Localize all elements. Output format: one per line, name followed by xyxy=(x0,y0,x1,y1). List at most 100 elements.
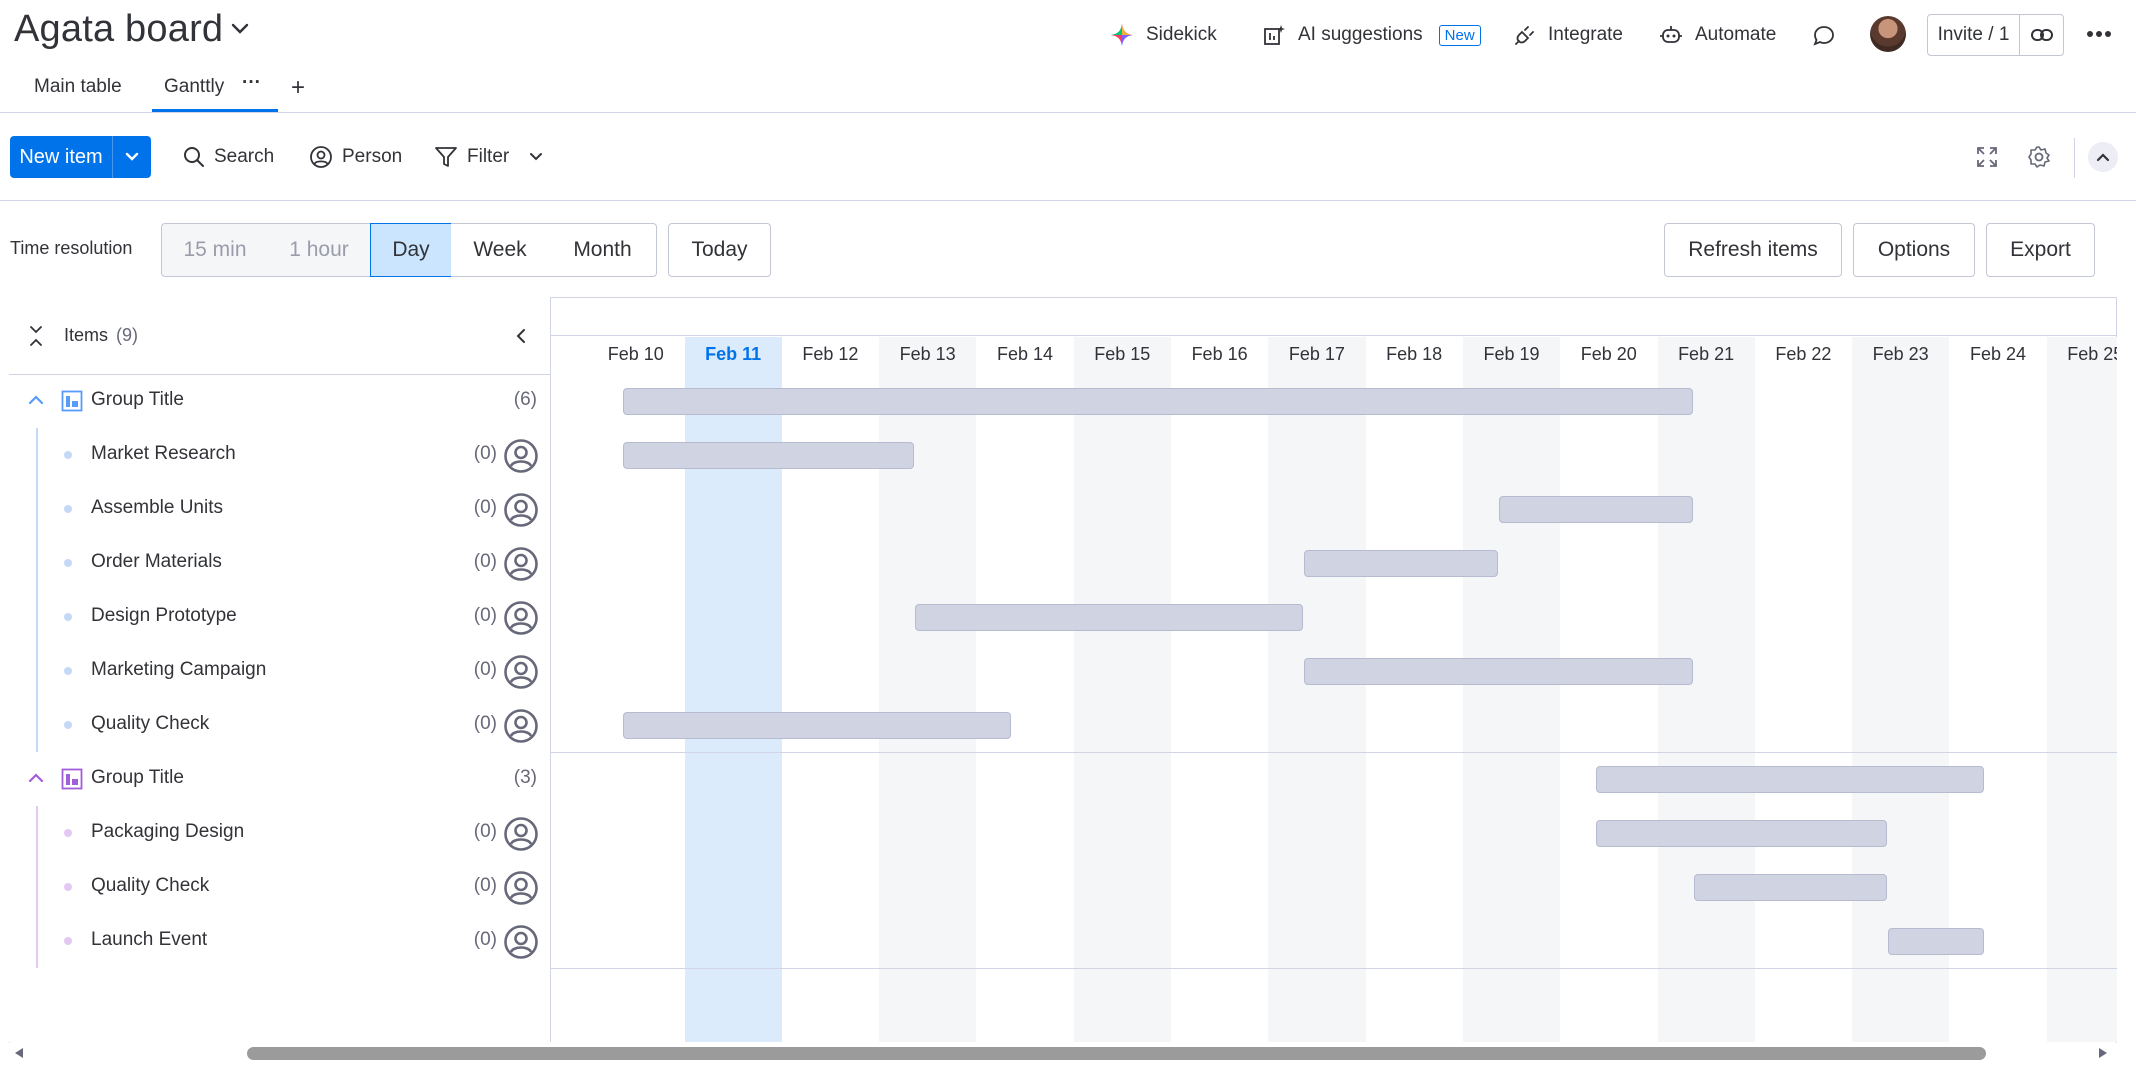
collapse-all-icon[interactable] xyxy=(27,325,45,347)
chevron-up-icon[interactable] xyxy=(28,394,44,406)
tab-main-table[interactable]: Main table xyxy=(34,76,122,98)
export-button[interactable]: Export xyxy=(1986,223,2095,277)
item-row[interactable]: Packaging Design (0) xyxy=(10,808,550,858)
ai-suggestions-button[interactable]: AI suggestions New xyxy=(1262,20,1481,50)
date-label: Feb 25 xyxy=(2067,344,2117,364)
scroll-left-arrow[interactable] xyxy=(12,1046,26,1060)
scroll-right-arrow[interactable] xyxy=(2096,1046,2110,1060)
sidekick-label: Sidekick xyxy=(1146,24,1217,45)
person-filter-button[interactable]: Person xyxy=(309,144,402,170)
search-button[interactable]: Search xyxy=(183,144,274,170)
item-name[interactable]: Design Prototype xyxy=(91,605,237,627)
group-title[interactable]: Group Title xyxy=(91,389,184,411)
chevron-up-icon[interactable] xyxy=(28,772,44,784)
scrollbar-thumb[interactable] xyxy=(247,1047,1986,1060)
more-options-icon[interactable] xyxy=(2086,30,2112,38)
automate-button[interactable]: Automate xyxy=(1659,20,1776,50)
item-row[interactable]: Market Research (0) xyxy=(10,430,550,480)
item-name[interactable]: Assemble Units xyxy=(91,497,223,519)
person-icon[interactable] xyxy=(503,492,539,528)
person-icon[interactable] xyxy=(503,438,539,474)
date-label: Feb 24 xyxy=(1969,344,2027,364)
group-bar[interactable] xyxy=(623,388,1693,415)
board-title[interactable]: Agata board xyxy=(14,8,223,51)
integrate-button[interactable]: Integrate xyxy=(1514,20,1623,50)
date-label: Feb 19 xyxy=(1483,344,1540,364)
item-name[interactable]: Launch Event xyxy=(91,929,207,951)
date-label: Feb 17 xyxy=(1288,344,1345,364)
resolution-15min[interactable]: 15 min xyxy=(161,223,269,277)
new-item-label[interactable]: New item xyxy=(10,136,112,178)
automate-label: Automate xyxy=(1695,24,1777,45)
item-row[interactable]: Quality Check (0) xyxy=(10,700,550,750)
options-button[interactable]: Options xyxy=(1853,223,1975,277)
person-icon[interactable] xyxy=(503,816,539,852)
items-header-divider xyxy=(9,374,551,375)
invite-button[interactable]: Invite / 1 xyxy=(1927,14,2064,56)
item-name[interactable]: Quality Check xyxy=(91,875,209,897)
task-bar[interactable] xyxy=(623,442,915,469)
filter-button[interactable]: Filter xyxy=(434,144,544,170)
chevron-left-icon[interactable] xyxy=(515,327,527,345)
task-bar[interactable] xyxy=(1304,550,1498,577)
resolution-week[interactable]: Week xyxy=(451,223,550,277)
link-icon[interactable] xyxy=(2020,15,2063,55)
item-name[interactable]: Quality Check xyxy=(91,713,209,735)
gantt-chart[interactable]: 9 Feb 10 Feb 11 Feb 12 Feb 13 Feb 14 Feb 15 Feb… xyxy=(551,297,2117,1042)
fullscreen-icon[interactable] xyxy=(1975,145,1999,169)
collapse-header-button[interactable] xyxy=(2088,142,2118,172)
item-dot xyxy=(64,937,72,945)
item-row[interactable]: Design Prototype (0) xyxy=(10,592,550,642)
item-row[interactable]: Marketing Campaign (0) xyxy=(10,646,550,696)
refresh-items-button[interactable]: Refresh items xyxy=(1664,223,1842,277)
person-icon[interactable] xyxy=(503,708,539,744)
group-header[interactable]: Group Title (3) xyxy=(10,754,550,804)
resolution-month[interactable]: Month xyxy=(549,223,657,277)
item-row[interactable]: Assemble Units (0) xyxy=(10,484,550,534)
task-bar[interactable] xyxy=(1304,658,1693,685)
gear-icon[interactable] xyxy=(2027,145,2051,169)
task-bar[interactable] xyxy=(623,712,1012,739)
avatar[interactable] xyxy=(1870,16,1906,52)
chevron-down-icon[interactable] xyxy=(230,22,250,36)
today-button[interactable]: Today xyxy=(668,223,771,277)
resolution-1hour[interactable]: 1 hour xyxy=(268,223,371,277)
task-bar[interactable] xyxy=(1888,928,1985,955)
person-icon[interactable] xyxy=(503,870,539,906)
task-bar[interactable] xyxy=(915,604,1304,631)
item-row[interactable]: Launch Event (0) xyxy=(10,916,550,966)
group-bar[interactable] xyxy=(1596,766,1985,793)
sidekick-button[interactable]: Sidekick xyxy=(1110,20,1217,50)
person-icon[interactable] xyxy=(503,924,539,960)
person-icon[interactable] xyxy=(503,654,539,690)
tab-options-icon[interactable]: ··· xyxy=(242,72,261,94)
task-bar[interactable] xyxy=(1596,820,1888,847)
resolution-day[interactable]: Day xyxy=(370,223,452,277)
person-icon[interactable] xyxy=(503,600,539,636)
invite-label[interactable]: Invite / 1 xyxy=(1928,15,2020,55)
item-name[interactable]: Marketing Campaign xyxy=(91,659,266,681)
task-bar[interactable] xyxy=(1693,874,1888,901)
group-title[interactable]: Group Title xyxy=(91,767,184,789)
date-label: Feb 15 xyxy=(1094,344,1151,364)
date-label: Feb 21 xyxy=(1678,344,1735,364)
updates-icon[interactable] xyxy=(1812,24,1836,48)
tab-ganttly[interactable]: Ganttly xyxy=(164,76,224,98)
filter-icon xyxy=(434,145,458,169)
add-view-button[interactable]: + xyxy=(291,74,305,102)
item-row[interactable]: Order Materials (0) xyxy=(10,538,550,588)
item-name[interactable]: Order Materials xyxy=(91,551,222,573)
group-header[interactable]: Group Title (6) xyxy=(10,376,550,426)
chevron-down-icon[interactable] xyxy=(113,136,151,178)
new-item-button[interactable]: New item xyxy=(10,136,151,178)
item-name[interactable]: Market Research xyxy=(91,443,236,465)
person-icon[interactable] xyxy=(503,546,539,582)
date-label: Feb 16 xyxy=(1191,344,1248,364)
date-label: Feb 10 xyxy=(607,344,664,364)
date-label: Feb 23 xyxy=(1872,344,1929,364)
item-name[interactable]: Packaging Design xyxy=(91,821,244,843)
item-row[interactable]: Quality Check (0) xyxy=(10,862,550,912)
task-bar[interactable] xyxy=(1499,496,1693,523)
item-subitem-count: (0) xyxy=(473,713,497,734)
filter-label: Filter xyxy=(467,146,510,167)
